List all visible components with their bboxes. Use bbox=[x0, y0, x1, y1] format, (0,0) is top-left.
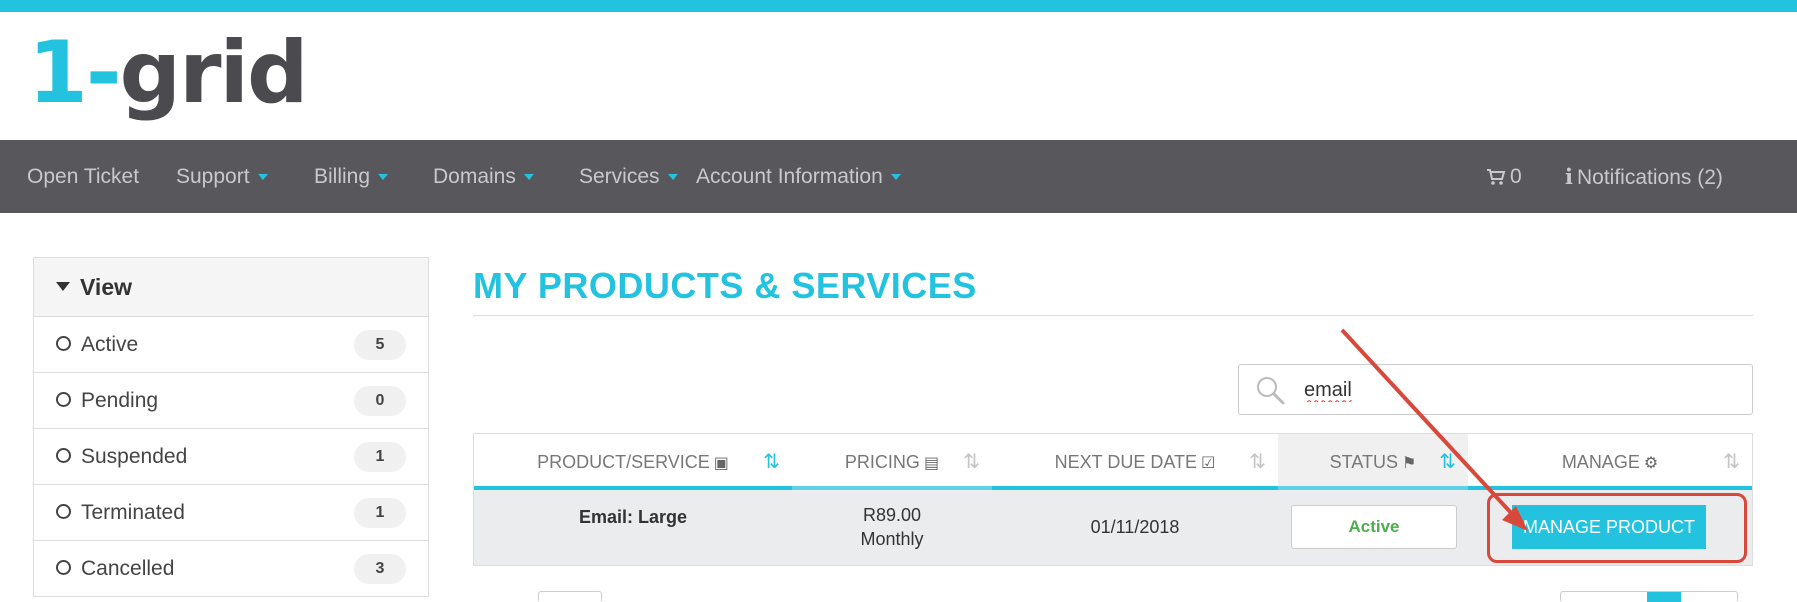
caret-down-icon bbox=[667, 174, 678, 181]
nav-item-domains[interactable]: Domains bbox=[433, 140, 534, 213]
pagination-current-page[interactable] bbox=[1647, 592, 1681, 602]
title-divider bbox=[473, 315, 1753, 316]
pagination[interactable] bbox=[1560, 591, 1738, 602]
count-badge: 5 bbox=[354, 330, 406, 360]
radio-icon bbox=[56, 447, 71, 463]
flag-icon: ⚑ bbox=[1402, 455, 1417, 472]
sort-icon: ⇅ bbox=[763, 451, 780, 473]
count-badge: 1 bbox=[354, 442, 406, 472]
cogs-icon: ⚙ bbox=[1643, 455, 1659, 472]
caret-down-icon bbox=[257, 174, 268, 181]
cell-product: Email: Large bbox=[578, 506, 688, 527]
count-badge: 0 bbox=[354, 386, 406, 416]
count-badge: 1 bbox=[354, 498, 406, 528]
column-header-pricing[interactable]: PRICING ▤ ⇅ bbox=[792, 434, 992, 490]
site-header: 1-grid bbox=[0, 12, 1797, 140]
filter-item-terminated[interactable]: Terminated 1 bbox=[34, 485, 428, 541]
calendar-check-icon: ☑ bbox=[1201, 455, 1216, 472]
brand-logo[interactable]: 1-grid bbox=[28, 30, 309, 116]
search-icon bbox=[1257, 377, 1285, 405]
radio-icon bbox=[56, 559, 71, 575]
sort-icon: ⇅ bbox=[1439, 451, 1456, 473]
table-header: PRODUCT/SERVICE ▣ ⇅ PRICING ▤ ⇅ NEXT DUE D… bbox=[474, 434, 1752, 490]
page-title: MY PRODUCTS & SERVICES bbox=[473, 265, 977, 306]
main-nav: Open Ticket Support Billing Domains Serv… bbox=[0, 140, 1797, 213]
credit-card-icon: ▤ bbox=[923, 455, 940, 472]
table-search-box[interactable] bbox=[1238, 364, 1753, 415]
caret-down-icon bbox=[890, 174, 901, 181]
radio-icon bbox=[56, 335, 71, 351]
sort-icon: ⇅ bbox=[1249, 451, 1266, 473]
caret-down-icon bbox=[523, 174, 534, 181]
filter-item-pending[interactable]: Pending 0 bbox=[34, 373, 428, 429]
nav-item-support[interactable]: Support bbox=[176, 140, 268, 213]
nav-notifications[interactable]: i Notifications (2) bbox=[1565, 140, 1723, 213]
annotation-highlight-box bbox=[1487, 493, 1747, 563]
column-header-product-service[interactable]: PRODUCT/SERVICE ▣ ⇅ bbox=[474, 434, 792, 490]
column-header-manage[interactable]: MANAGE ⚙ ⇅ bbox=[1468, 434, 1752, 490]
sort-icon: ⇅ bbox=[1723, 451, 1740, 473]
column-header-status[interactable]: STATUS ⚑ ⇅ bbox=[1278, 434, 1468, 490]
caret-down-icon bbox=[378, 174, 389, 181]
nav-cart[interactable]: 0 bbox=[1486, 140, 1522, 213]
column-header-next-due-date[interactable]: NEXT DUE DATE ☑ ⇅ bbox=[992, 434, 1278, 490]
view-filter-panel: View Active 5 Pending 0 Suspended 1 Term… bbox=[33, 257, 429, 597]
filter-item-active[interactable]: Active 5 bbox=[34, 317, 428, 373]
top-accent-strip bbox=[0, 0, 1797, 12]
radio-icon bbox=[56, 503, 71, 519]
info-icon: i bbox=[1565, 164, 1573, 189]
radio-icon bbox=[56, 391, 71, 407]
cell-pricing: R89.00 Monthly bbox=[860, 505, 924, 549]
sort-icon: ⇅ bbox=[963, 451, 980, 473]
cart-icon bbox=[1487, 169, 1506, 186]
status-badge: Active bbox=[1291, 505, 1457, 549]
nav-item-services[interactable]: Services bbox=[579, 140, 678, 213]
cube-icon: ▣ bbox=[713, 455, 729, 472]
count-badge: 3 bbox=[354, 554, 406, 584]
nav-item-billing[interactable]: Billing bbox=[314, 140, 389, 213]
search-input[interactable] bbox=[1304, 373, 1724, 407]
nav-item-open-ticket[interactable]: Open Ticket bbox=[27, 140, 139, 213]
view-panel-header: View bbox=[34, 258, 428, 317]
filter-icon bbox=[56, 282, 70, 292]
filter-item-cancelled[interactable]: Cancelled 3 bbox=[34, 541, 428, 597]
cell-next-due-date: 01/11/2018 bbox=[1090, 516, 1180, 537]
nav-item-account-information[interactable]: Account Information bbox=[696, 140, 901, 213]
page-length-select[interactable] bbox=[538, 591, 602, 601]
filter-item-suspended[interactable]: Suspended 1 bbox=[34, 429, 428, 485]
